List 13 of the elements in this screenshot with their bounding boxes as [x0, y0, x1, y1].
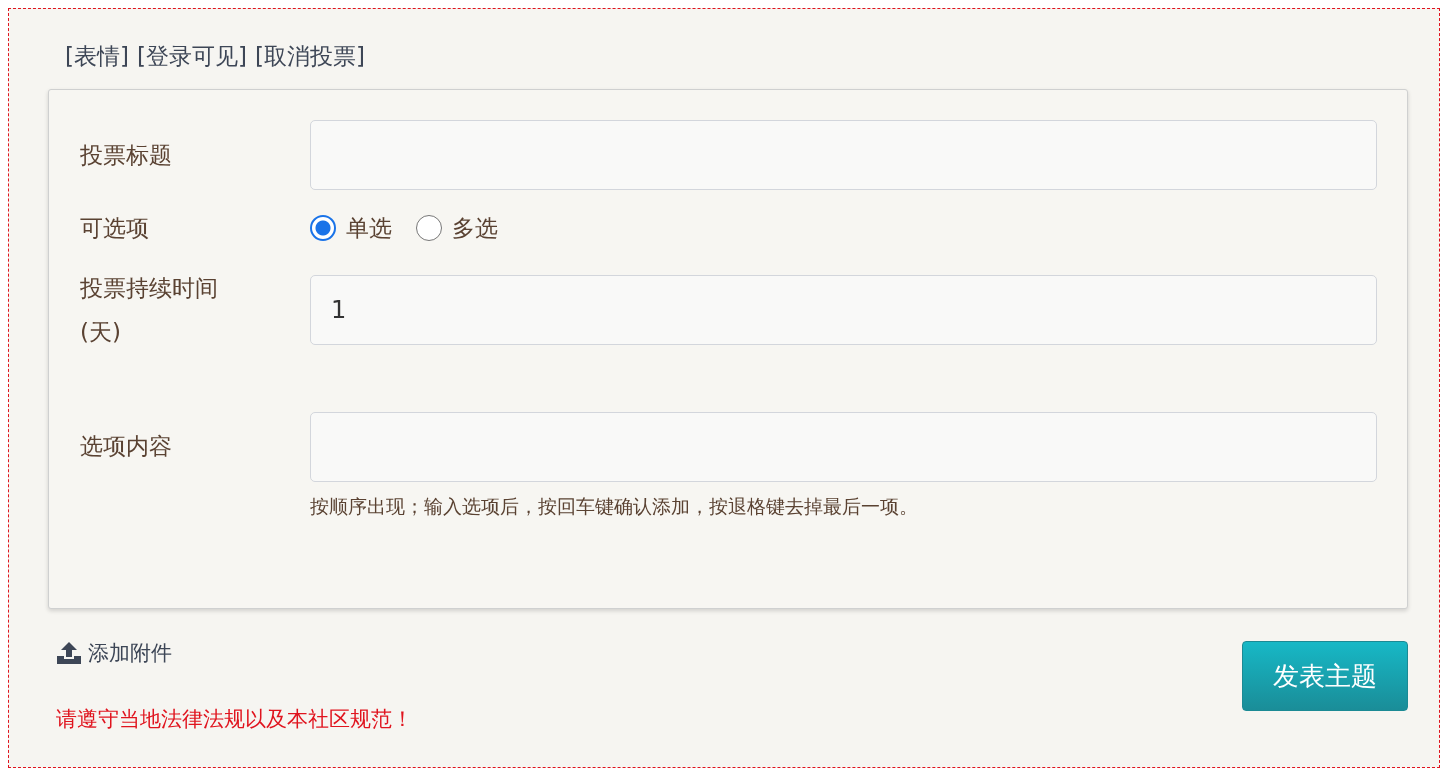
- input-field[interactable]: 1: [310, 275, 1377, 345]
- toolbar-link[interactable]: [表情]: [65, 40, 129, 72]
- radio-label[interactable]: 多选: [452, 212, 498, 244]
- hint-text: 按顺序出现；输入选项后，按回车键确认添加，按退格键去掉最后一项。: [310, 494, 919, 519]
- radio-label[interactable]: 单选: [346, 212, 392, 244]
- attach-link[interactable]: 添加附件: [88, 639, 172, 667]
- field-label: 投票标题: [80, 141, 173, 170]
- toolbar-link[interactable]: [取消投票]: [254, 40, 365, 72]
- field-label: 投票持续时间(天): [80, 274, 219, 347]
- notice-text: 请遵守当地法律法规以及本社区规范！: [56, 706, 413, 733]
- toolbar-link[interactable]: [登录可见]: [136, 40, 247, 72]
- field-label: 可选项: [80, 214, 150, 243]
- field-label: 选项内容: [80, 432, 173, 461]
